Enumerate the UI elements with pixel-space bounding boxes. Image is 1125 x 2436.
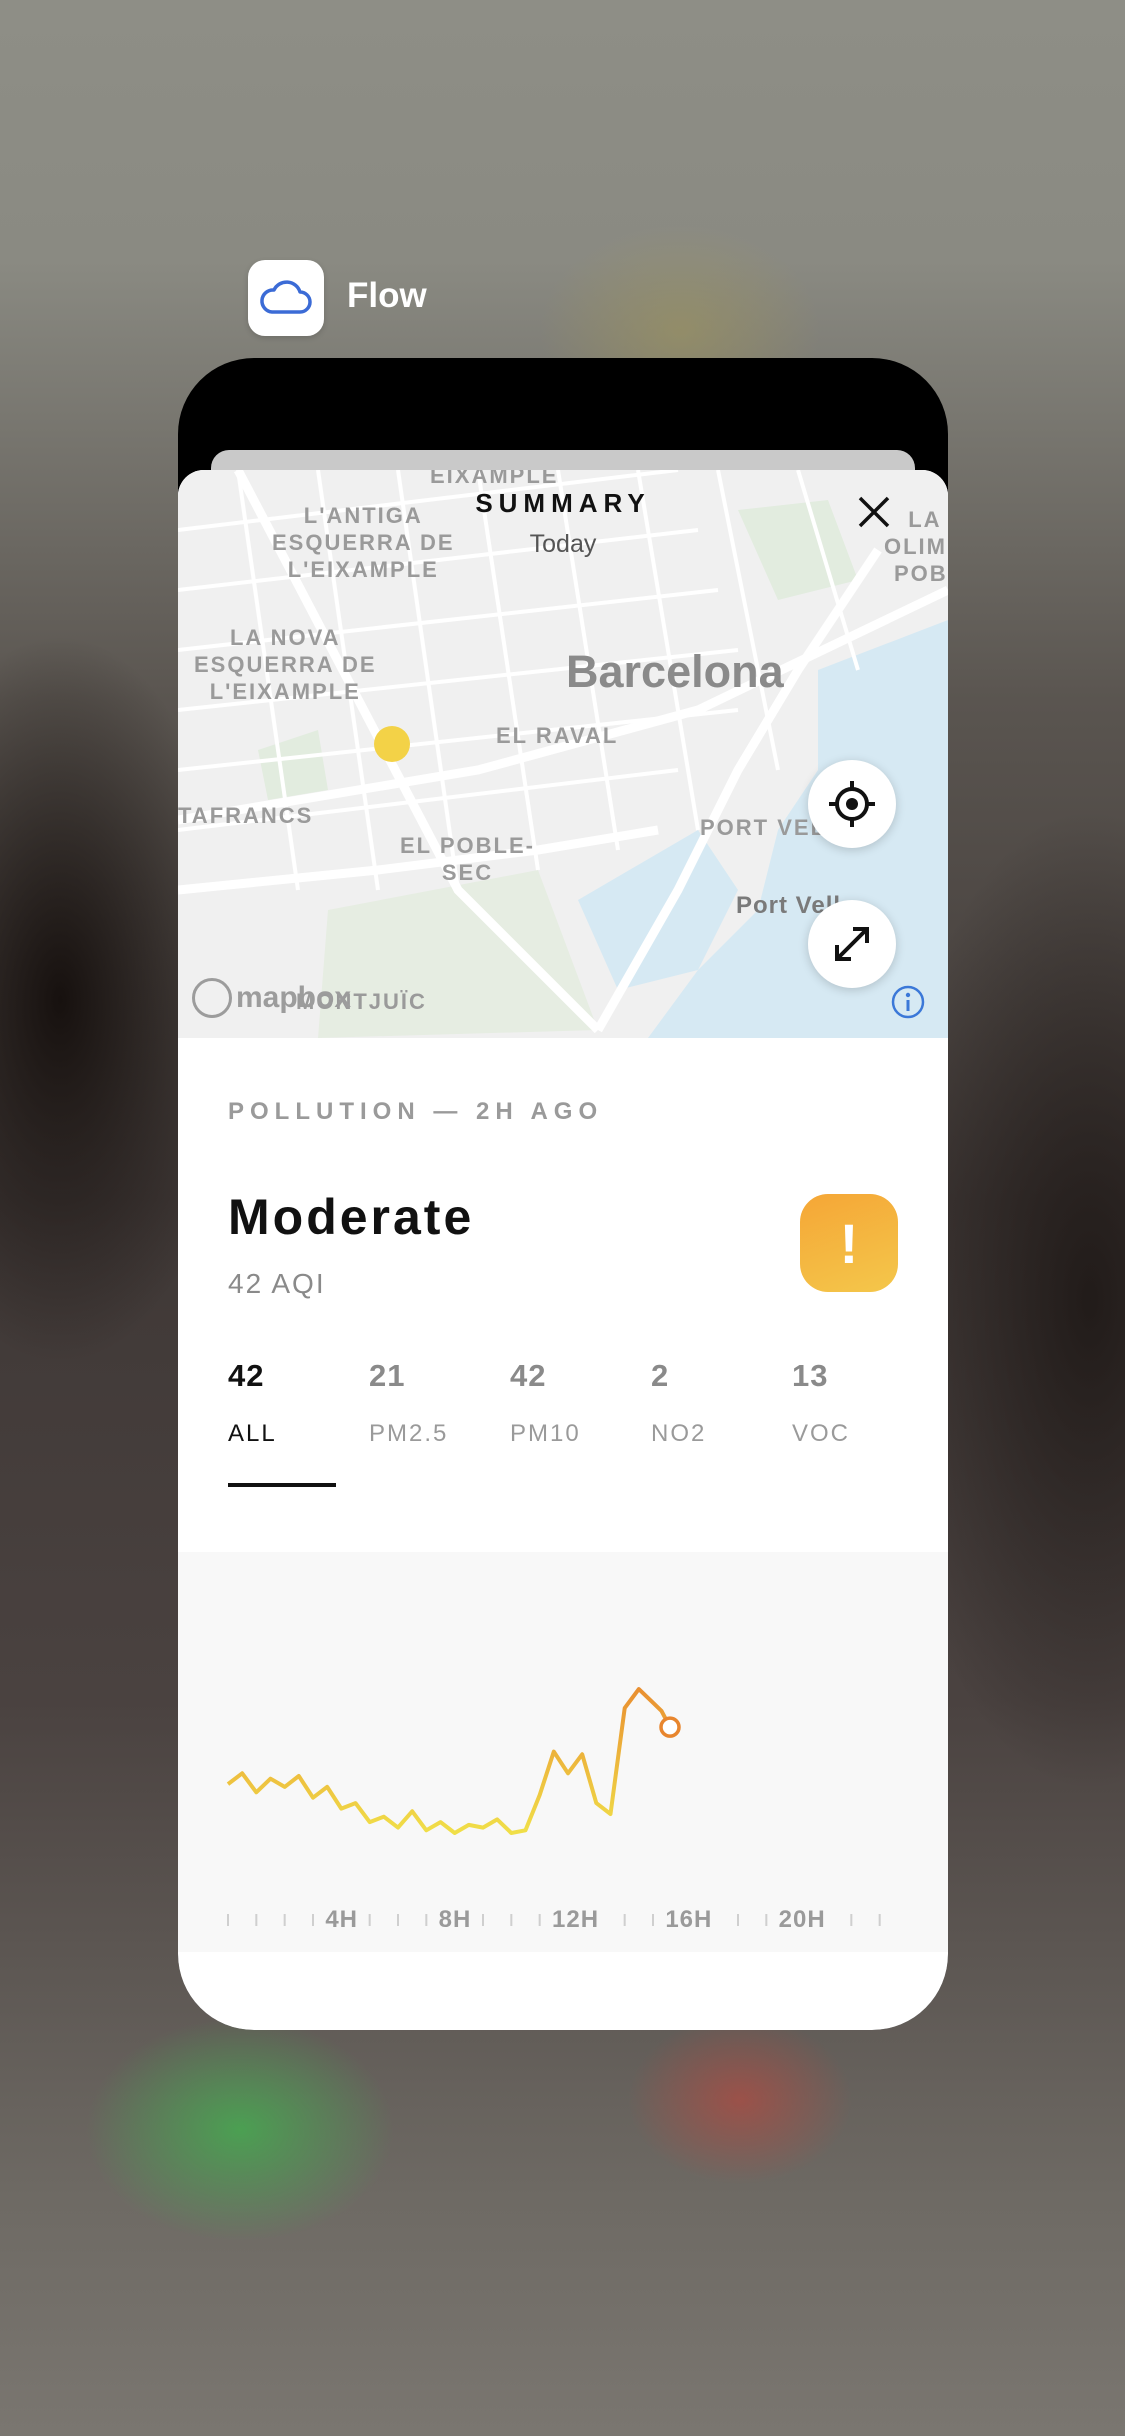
exclamation-icon: !: [839, 1211, 859, 1275]
aqi-series-line: [226, 1687, 672, 1835]
tab-pm10[interactable]: 42 PM10: [510, 1358, 640, 1448]
alert-badge: !: [800, 1194, 898, 1292]
tab-value: 13: [792, 1358, 829, 1393]
tab-no2[interactable]: 2 NO2: [651, 1358, 781, 1448]
active-tab-indicator: [228, 1483, 336, 1487]
x-tick-label: 12H: [548, 1906, 604, 1934]
location-marker[interactable]: [374, 726, 410, 762]
tab-all[interactable]: 42 ALL: [228, 1358, 358, 1448]
aqi-chart-svg: [226, 1687, 881, 1926]
tab-label: NO2: [651, 1420, 707, 1447]
map-label-eixample: EIXAMPLE: [430, 470, 559, 488]
map-label-port-vell: PORT VEL: [700, 815, 827, 840]
info-icon[interactable]: [890, 984, 926, 1020]
tab-label: VOC: [792, 1420, 851, 1447]
map-label-sants: TAFRANCS: [178, 803, 314, 828]
app-icon[interactable]: [248, 260, 324, 336]
app-card[interactable]: EIXAMPLE L'ANTIGA ESQUERRA DE L'EIXAMPLE…: [178, 358, 948, 2030]
mapbox-attribution[interactable]: mapbox: [192, 978, 351, 1018]
map-label-nova: LA NOVA ESQUERRA DE L'EIXAMPLE: [194, 625, 377, 704]
current-value-marker[interactable]: [659, 1716, 681, 1738]
x-tick-label: 8H: [434, 1906, 476, 1934]
locate-button[interactable]: [808, 760, 896, 848]
map[interactable]: EIXAMPLE L'ANTIGA ESQUERRA DE L'EIXAMPLE…: [178, 470, 948, 1038]
tab-value: 2: [651, 1358, 670, 1393]
app-name: Flow: [347, 276, 427, 315]
map-label-raval: EL RAVAL: [496, 723, 619, 748]
tab-value: 21: [369, 1358, 406, 1393]
summary-sheet: EIXAMPLE L'ANTIGA ESQUERRA DE L'EIXAMPLE…: [178, 470, 948, 2030]
aqi-value: 42 AQI: [228, 1268, 326, 1299]
expand-button[interactable]: [808, 900, 896, 988]
page-title: SUMMARY: [475, 488, 651, 518]
crosshair-icon: [829, 781, 875, 827]
close-icon[interactable]: [854, 492, 894, 532]
tab-pm25[interactable]: 21 PM2.5: [369, 1358, 499, 1448]
expand-arrows-icon: [835, 927, 869, 961]
x-tick-label: 4H: [321, 1906, 363, 1934]
tab-value: 42: [510, 1358, 547, 1393]
tab-label: PM2.5: [369, 1420, 449, 1447]
x-tick-label: 20H: [774, 1906, 830, 1934]
tab-value: 42: [228, 1358, 265, 1393]
x-tick-label: 16H: [661, 1906, 717, 1934]
tab-voc[interactable]: 13 VOC: [792, 1358, 922, 1448]
page-subtitle: Today: [529, 530, 597, 558]
map-city-label: Barcelona: [566, 646, 784, 697]
aqi-level: Moderate: [228, 1189, 475, 1245]
pollution-label: POLLUTION — 2H AGO: [228, 1098, 604, 1125]
map-label-poble-sec: EL POBLE- SEC: [400, 833, 535, 885]
mapbox-logo-icon: [192, 978, 232, 1018]
cloud-icon: [260, 280, 312, 314]
aqi-chart[interactable]: 4H 8H 12H 16H 20H: [178, 1552, 948, 1952]
tab-label: PM10: [510, 1420, 581, 1447]
tab-label: ALL: [228, 1420, 277, 1447]
